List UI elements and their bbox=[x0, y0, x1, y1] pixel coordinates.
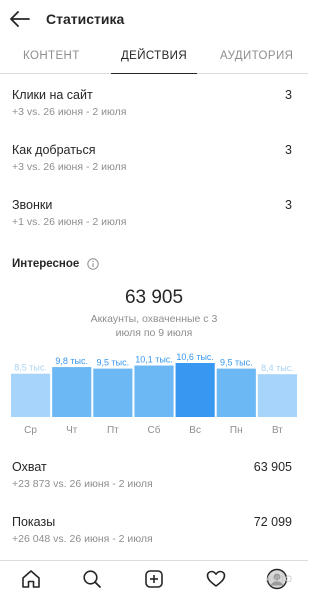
chart-bar[interactable] bbox=[93, 368, 133, 417]
chart-data-label: 9,8 тыс. bbox=[55, 356, 88, 366]
reach-total: 63 905 bbox=[124, 287, 184, 308]
metric-calls: Звонки 3 +1 vs. 26 июня - 2 июля bbox=[12, 198, 296, 238]
section-title-text: Интересное bbox=[12, 258, 80, 270]
stat-comparison: +23 873 vs. 26 июня - 2 июля bbox=[12, 478, 153, 490]
reach-bar-chart: 8,5 тыс. Ср 9,8 тыс. Чт 9,5 тыс. Пт 10,1 тыс. С… bbox=[11, 352, 297, 436]
chart-data-label: 8,5 тыс. bbox=[14, 363, 47, 373]
top-bar: Статистика bbox=[0, 0, 308, 38]
chart-data-label: 10,6 тыс. bbox=[176, 352, 214, 362]
metric-label: Звонки bbox=[12, 198, 53, 212]
bottom-navigation bbox=[0, 560, 308, 597]
add-post-icon[interactable] bbox=[143, 568, 165, 590]
stat-value: 72 099 bbox=[253, 515, 292, 529]
tab-bar: КОНТЕНТ ДЕЙСТВИЯ АУДИТОРИЯ bbox=[0, 38, 308, 74]
chart-bar[interactable] bbox=[175, 363, 215, 417]
chart-tick-label: Вт bbox=[272, 425, 283, 436]
metric-value: 3 bbox=[285, 88, 292, 102]
chart-tick-label: Ср bbox=[24, 425, 37, 436]
section-title-interesting: Интересное bbox=[12, 258, 99, 270]
chart-bar[interactable] bbox=[216, 368, 256, 417]
chart-tick-label: Вс bbox=[189, 425, 201, 436]
stat-impressions: Показы 72 099 +26 048 vs. 26 июня - 2 ию… bbox=[12, 515, 296, 555]
tab-audience[interactable]: АУДИТОРИЯ bbox=[205, 38, 308, 73]
chart-bar[interactable] bbox=[134, 365, 174, 417]
info-circle-icon[interactable] bbox=[87, 258, 99, 270]
stat-reach: Охват 63 905 +23 873 vs. 26 июня - 2 июл… bbox=[12, 460, 296, 500]
heart-icon[interactable] bbox=[205, 568, 227, 590]
stat-label: Охват bbox=[12, 460, 47, 474]
chart-tick-label: Пн bbox=[230, 425, 243, 436]
chart-tick-label: Чт bbox=[66, 425, 78, 436]
stat-comparison: +26 048 vs. 26 июня - 2 июля bbox=[12, 533, 153, 545]
chart-tick-label: Пт bbox=[107, 425, 119, 436]
chart-tick-label: Сб bbox=[148, 424, 161, 436]
metric-comparison: +3 vs. 26 июня - 2 июля bbox=[12, 161, 127, 173]
stat-label: Показы bbox=[12, 515, 56, 529]
metric-comparison: +3 vs. 26 июня - 2 июля bbox=[12, 106, 127, 118]
chart-bar[interactable] bbox=[257, 374, 297, 417]
tab-actions[interactable]: ДЕЙСТВИЯ bbox=[103, 38, 206, 74]
metric-get-directions: Как добраться 3 +3 vs. 26 июня - 2 июля bbox=[12, 143, 296, 183]
chart-bar[interactable] bbox=[52, 367, 92, 417]
chart-data-label: 9,5 тыс. bbox=[220, 358, 253, 368]
stat-value: 63 905 bbox=[253, 460, 292, 474]
chart-data-label: 10,1 тыс. bbox=[135, 355, 173, 365]
metric-website-clicks: Клики на сайт 3 +3 vs. 26 июня - 2 июля bbox=[12, 88, 296, 128]
home-icon[interactable] bbox=[20, 568, 42, 590]
reach-caption: Аккаунты, охваченные с 3 июля по 9 июля bbox=[90, 313, 218, 339]
chart-data-label: 8,4 тыс. bbox=[261, 363, 294, 373]
chart-bar[interactable] bbox=[11, 373, 51, 417]
watermark-text: AVITO bbox=[265, 574, 292, 584]
tab-content[interactable]: КОНТЕНТ bbox=[0, 38, 103, 73]
metric-value: 3 bbox=[285, 198, 292, 212]
metric-label: Как добраться bbox=[12, 143, 96, 157]
metric-label: Клики на сайт bbox=[12, 88, 93, 102]
page-title: Статистика bbox=[46, 11, 125, 27]
search-icon[interactable] bbox=[81, 568, 103, 590]
metric-comparison: +1 vs. 26 июня - 2 июля bbox=[12, 216, 127, 228]
arrow-left-icon[interactable] bbox=[8, 7, 32, 31]
metric-value: 3 bbox=[285, 143, 292, 157]
chart-data-label: 9,5 тыс. bbox=[97, 358, 130, 368]
